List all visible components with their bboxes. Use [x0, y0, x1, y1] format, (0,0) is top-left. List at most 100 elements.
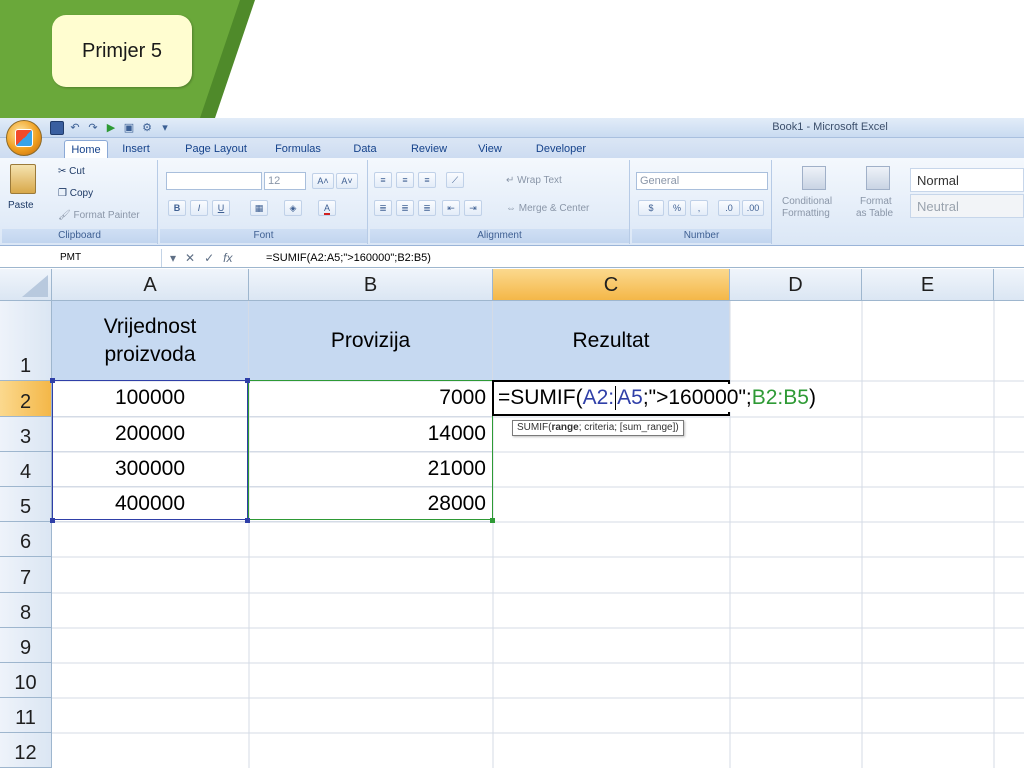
merge-center-label: Merge & Center: [518, 203, 590, 214]
name-box[interactable]: PMT: [48, 249, 162, 267]
font-name-combo[interactable]: [166, 172, 262, 190]
cell-a3[interactable]: 200000: [52, 417, 249, 452]
row-header-7[interactable]: 7: [0, 557, 52, 593]
column-header-e[interactable]: E: [862, 269, 994, 301]
shrink-font-icon[interactable]: A˅: [336, 173, 358, 189]
align-middle-icon[interactable]: ≡: [396, 172, 414, 188]
format-painter-label: Format Painter: [73, 210, 140, 221]
cell-b5[interactable]: 28000: [249, 487, 493, 522]
paste-button[interactable]: Paste: [8, 198, 34, 214]
font-size-combo[interactable]: 12: [264, 172, 306, 190]
align-right-icon[interactable]: ≣: [418, 200, 436, 216]
tools-icon[interactable]: ⚙: [140, 121, 154, 135]
align-top-icon[interactable]: ≡: [374, 172, 392, 188]
increase-indent-icon[interactable]: ⇥: [464, 200, 482, 216]
column-header-f[interactable]: [994, 269, 1024, 301]
save-icon[interactable]: [50, 121, 64, 135]
function-tooltip[interactable]: SUMIF(range; criteria; [sum_range]): [512, 420, 684, 436]
bold-icon[interactable]: B: [168, 200, 186, 216]
header-a-line1: Vrijednost: [103, 314, 197, 338]
alignment-group: ≡ ≡ ≡ ⟋ ≣ ≣ ≣ ⇤ ⇥ ↵ Wrap Text ⇔ Merge & …: [370, 160, 630, 244]
percent-icon[interactable]: %: [668, 200, 686, 216]
align-bottom-icon[interactable]: ≡: [418, 172, 436, 188]
increase-decimal-icon[interactable]: .0: [718, 200, 740, 216]
column-header-c[interactable]: C: [493, 269, 730, 301]
redo-icon[interactable]: ↷: [86, 121, 100, 135]
fill-color-icon[interactable]: ◈: [284, 200, 302, 216]
row-header-8[interactable]: 8: [0, 593, 52, 628]
font-label: Font: [160, 229, 367, 243]
italic-icon[interactable]: I: [190, 200, 208, 216]
tab-developer[interactable]: Developer: [528, 140, 594, 158]
row-header-2[interactable]: 2: [0, 381, 52, 417]
align-center-icon[interactable]: ≣: [396, 200, 414, 216]
row-header-3[interactable]: 3: [0, 417, 52, 452]
run-icon[interactable]: ▶: [104, 121, 118, 135]
formatting-label[interactable]: Formatting: [782, 206, 830, 222]
tab-insert[interactable]: Insert: [114, 140, 158, 158]
column-header-b[interactable]: B: [249, 269, 493, 301]
merge-center-button[interactable]: ⇔ Merge & Center: [506, 201, 589, 217]
cancel-icon[interactable]: ✕: [185, 251, 195, 265]
number-format-combo[interactable]: General: [636, 172, 768, 190]
cell-a5[interactable]: 400000: [52, 487, 249, 522]
row-header-4[interactable]: 4: [0, 452, 52, 487]
row-header-10[interactable]: 10: [0, 663, 52, 698]
cell-c2-editing[interactable]: =SUMIF(A2: A5;">160000";B2:B5): [498, 384, 822, 412]
style-normal[interactable]: Normal: [910, 168, 1024, 192]
copy-button[interactable]: ❐ Copy: [58, 186, 93, 202]
format-painter-button[interactable]: 🖌 Format Painter: [58, 208, 140, 224]
cell-a4[interactable]: 300000: [52, 452, 249, 487]
row-header-9[interactable]: 9: [0, 628, 52, 663]
decrease-decimal-icon[interactable]: .00: [742, 200, 764, 216]
tab-home[interactable]: Home: [64, 140, 108, 158]
row-header-5[interactable]: 5: [0, 487, 52, 522]
cell-b4[interactable]: 21000: [249, 452, 493, 487]
tab-data[interactable]: Data: [348, 140, 382, 158]
decrease-indent-icon[interactable]: ⇤: [442, 200, 460, 216]
as-table-label[interactable]: as Table: [856, 206, 893, 222]
underline-icon[interactable]: U: [212, 200, 230, 216]
font-color-icon[interactable]: A: [318, 200, 336, 216]
row-header-11[interactable]: 11: [0, 698, 52, 733]
office-logo-icon: [15, 129, 33, 147]
orientation-icon[interactable]: ⟋: [446, 172, 464, 188]
formula-buttons: ▾ ✕ ✓ fx: [166, 249, 256, 267]
cell-a2[interactable]: 100000: [52, 381, 249, 417]
column-header-d[interactable]: D: [730, 269, 862, 301]
column-header-a[interactable]: A: [52, 269, 249, 301]
insert-function-icon[interactable]: fx: [223, 251, 232, 265]
tab-review[interactable]: Review: [402, 140, 456, 158]
align-left-icon[interactable]: ≣: [374, 200, 392, 216]
wrap-text-button[interactable]: ↵ Wrap Text: [506, 173, 562, 189]
cut-button[interactable]: ✂ Cut: [58, 164, 85, 180]
row-header-12[interactable]: 12: [0, 733, 52, 768]
grow-font-icon[interactable]: A˄: [312, 173, 334, 189]
format-as-table-icon[interactable]: [866, 166, 890, 190]
row-header-6[interactable]: 6: [0, 522, 52, 557]
row-header-1[interactable]: 1: [0, 301, 52, 381]
wrap-text-label: Wrap Text: [517, 175, 562, 186]
customize-qat-icon[interactable]: ▾: [158, 121, 172, 135]
formula-input[interactable]: =SUMIF(A2:A5;">160000";B2:B5): [266, 249, 431, 267]
select-all-corner[interactable]: [0, 269, 52, 301]
style-neutral[interactable]: Neutral: [910, 194, 1024, 218]
cell-b2[interactable]: 7000: [249, 381, 493, 417]
conditional-formatting-icon[interactable]: [802, 166, 826, 190]
borders-icon[interactable]: ▦: [250, 200, 268, 216]
cell-b3[interactable]: 14000: [249, 417, 493, 452]
office-button[interactable]: [6, 120, 42, 156]
paste-icon[interactable]: [10, 164, 36, 194]
cell-b1[interactable]: Provizija: [249, 301, 493, 381]
cell-a1[interactable]: Vrijednost proizvoda: [52, 301, 249, 381]
enter-icon[interactable]: ✓: [204, 251, 214, 265]
dropdown-icon[interactable]: ▾: [170, 251, 176, 265]
tab-page-layout[interactable]: Page Layout: [176, 140, 256, 158]
tab-view[interactable]: View: [472, 140, 508, 158]
accounting-icon[interactable]: $: [638, 200, 664, 216]
form-icon[interactable]: ▣: [122, 121, 136, 135]
undo-icon[interactable]: ↶: [68, 121, 82, 135]
tab-formulas[interactable]: Formulas: [268, 140, 328, 158]
cell-c1[interactable]: Rezultat: [493, 301, 730, 381]
comma-icon[interactable]: ,: [690, 200, 708, 216]
